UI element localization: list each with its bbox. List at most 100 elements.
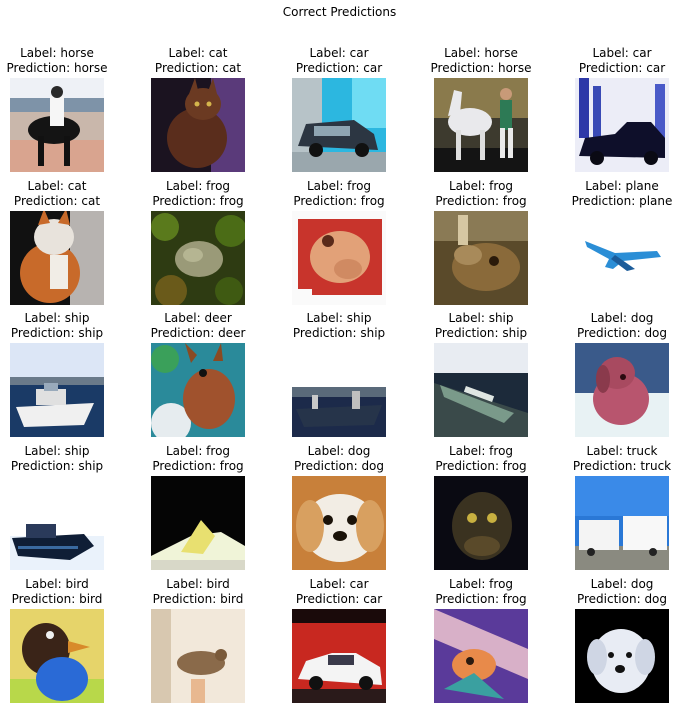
thumbnail-image bbox=[10, 211, 104, 305]
prediction-cell: Label: horse Prediction: horse bbox=[411, 46, 551, 172]
thumbnail-image bbox=[434, 476, 528, 570]
true-label: Label: ship bbox=[24, 444, 90, 458]
predicted-label: Prediction: ship bbox=[434, 326, 528, 340]
prediction-cell: Label: dog Prediction: dog bbox=[552, 311, 679, 437]
prediction-cell: Label: ship Prediction: ship bbox=[0, 444, 127, 570]
thumbnail-image bbox=[292, 609, 386, 703]
predicted-label: Prediction: dog bbox=[293, 459, 385, 473]
thumbnail-image bbox=[575, 78, 669, 172]
prediction-cell: Label: deer Prediction: deer bbox=[128, 311, 268, 437]
true-label: Label: horse bbox=[444, 46, 518, 60]
prediction-cell: Label: ship Prediction: ship bbox=[269, 311, 409, 437]
predicted-label: Prediction: frog bbox=[435, 194, 527, 208]
thumbnail-image bbox=[10, 609, 104, 703]
true-label: Label: ship bbox=[24, 311, 90, 325]
predicted-label: Prediction: ship bbox=[10, 459, 104, 473]
predicted-label: Prediction: dog bbox=[576, 326, 668, 340]
prediction-cell: Label: truck Prediction: truck bbox=[552, 444, 679, 570]
true-label: Label: dog bbox=[307, 444, 371, 458]
prediction-cell: Label: bird Prediction: bird bbox=[0, 577, 127, 703]
predicted-label: Prediction: cat bbox=[154, 61, 242, 75]
predicted-label: Prediction: bird bbox=[11, 592, 103, 606]
true-label: Label: frog bbox=[448, 179, 514, 193]
thumbnail-image bbox=[575, 476, 669, 570]
prediction-cell: Label: ship Prediction: ship bbox=[0, 311, 127, 437]
prediction-cell: Label: cat Prediction: cat bbox=[0, 179, 127, 305]
predicted-label: Prediction: ship bbox=[292, 326, 386, 340]
predicted-label: Prediction: plane bbox=[571, 194, 673, 208]
prediction-cell: Label: plane Prediction: plane bbox=[552, 179, 679, 305]
predicted-label: Prediction: horse bbox=[6, 61, 108, 75]
true-label: Label: bird bbox=[25, 577, 89, 591]
predicted-label: Prediction: cat bbox=[13, 194, 101, 208]
thumbnail-image bbox=[434, 343, 528, 437]
predicted-label: Prediction: ship bbox=[10, 326, 104, 340]
thumbnail-image bbox=[151, 609, 245, 703]
prediction-cell: Label: car Prediction: car bbox=[269, 577, 409, 703]
true-label: Label: dog bbox=[590, 577, 654, 591]
prediction-cell: Label: dog Prediction: dog bbox=[552, 577, 679, 703]
thumbnail-image bbox=[10, 476, 104, 570]
true-label: Label: frog bbox=[165, 179, 231, 193]
predicted-label: Prediction: frog bbox=[293, 194, 385, 208]
true-label: Label: frog bbox=[165, 444, 231, 458]
prediction-cell: Label: frog Prediction: frog bbox=[411, 179, 551, 305]
thumbnail-image bbox=[575, 343, 669, 437]
predicted-label: Prediction: car bbox=[295, 592, 383, 606]
thumbnail-image bbox=[151, 343, 245, 437]
true-label: Label: ship bbox=[448, 311, 514, 325]
predicted-label: Prediction: bird bbox=[152, 592, 244, 606]
true-label: Label: cat bbox=[27, 179, 87, 193]
thumbnail-image bbox=[292, 78, 386, 172]
true-label: Label: car bbox=[309, 46, 369, 60]
prediction-cell: Label: frog Prediction: frog bbox=[128, 179, 268, 305]
predicted-label: Prediction: dog bbox=[576, 592, 668, 606]
true-label: Label: frog bbox=[448, 577, 514, 591]
predicted-label: Prediction: frog bbox=[435, 459, 527, 473]
thumbnail-image bbox=[575, 211, 669, 305]
true-label: Label: horse bbox=[20, 46, 94, 60]
prediction-cell: Label: car Prediction: car bbox=[269, 46, 409, 172]
true-label: Label: frog bbox=[448, 444, 514, 458]
prediction-cell: Label: frog Prediction: frog bbox=[269, 179, 409, 305]
predicted-label: Prediction: frog bbox=[435, 592, 527, 606]
thumbnail-image bbox=[434, 211, 528, 305]
prediction-cell: Label: bird Prediction: bird bbox=[128, 577, 268, 703]
predicted-label: Prediction: car bbox=[578, 61, 666, 75]
thumbnail-image bbox=[10, 78, 104, 172]
true-label: Label: car bbox=[309, 577, 369, 591]
prediction-cell: Label: horse Prediction: horse bbox=[0, 46, 127, 172]
predicted-label: Prediction: horse bbox=[430, 61, 532, 75]
true-label: Label: truck bbox=[586, 444, 658, 458]
predicted-label: Prediction: deer bbox=[150, 326, 246, 340]
true-label: Label: frog bbox=[306, 179, 372, 193]
thumbnail-image bbox=[151, 211, 245, 305]
true-label: Label: ship bbox=[306, 311, 372, 325]
true-label: Label: bird bbox=[166, 577, 230, 591]
thumbnail-image bbox=[10, 343, 104, 437]
thumbnail-image bbox=[151, 78, 245, 172]
true-label: Label: cat bbox=[168, 46, 228, 60]
prediction-cell: Label: car Prediction: car bbox=[552, 46, 679, 172]
true-label: Label: car bbox=[592, 46, 652, 60]
thumbnail-image bbox=[292, 343, 386, 437]
figure-title: Correct Predictions bbox=[282, 5, 397, 19]
prediction-cell: Label: ship Prediction: ship bbox=[411, 311, 551, 437]
predicted-label: Prediction: frog bbox=[152, 194, 244, 208]
thumbnail-image bbox=[292, 476, 386, 570]
thumbnail-image bbox=[434, 78, 528, 172]
prediction-cell: Label: dog Prediction: dog bbox=[269, 444, 409, 570]
thumbnail-image bbox=[292, 211, 386, 305]
true-label: Label: deer bbox=[164, 311, 232, 325]
prediction-cell: Label: frog Prediction: frog bbox=[411, 444, 551, 570]
thumbnail-image bbox=[434, 609, 528, 703]
predicted-label: Prediction: car bbox=[295, 61, 383, 75]
true-label: Label: dog bbox=[590, 311, 654, 325]
predicted-label: Prediction: truck bbox=[572, 459, 672, 473]
prediction-cell: Label: cat Prediction: cat bbox=[128, 46, 268, 172]
prediction-cell: Label: frog Prediction: frog bbox=[128, 444, 268, 570]
predicted-label: Prediction: frog bbox=[152, 459, 244, 473]
thumbnail-image bbox=[575, 609, 669, 703]
prediction-cell: Label: frog Prediction: frog bbox=[411, 577, 551, 703]
thumbnail-image bbox=[151, 476, 245, 570]
